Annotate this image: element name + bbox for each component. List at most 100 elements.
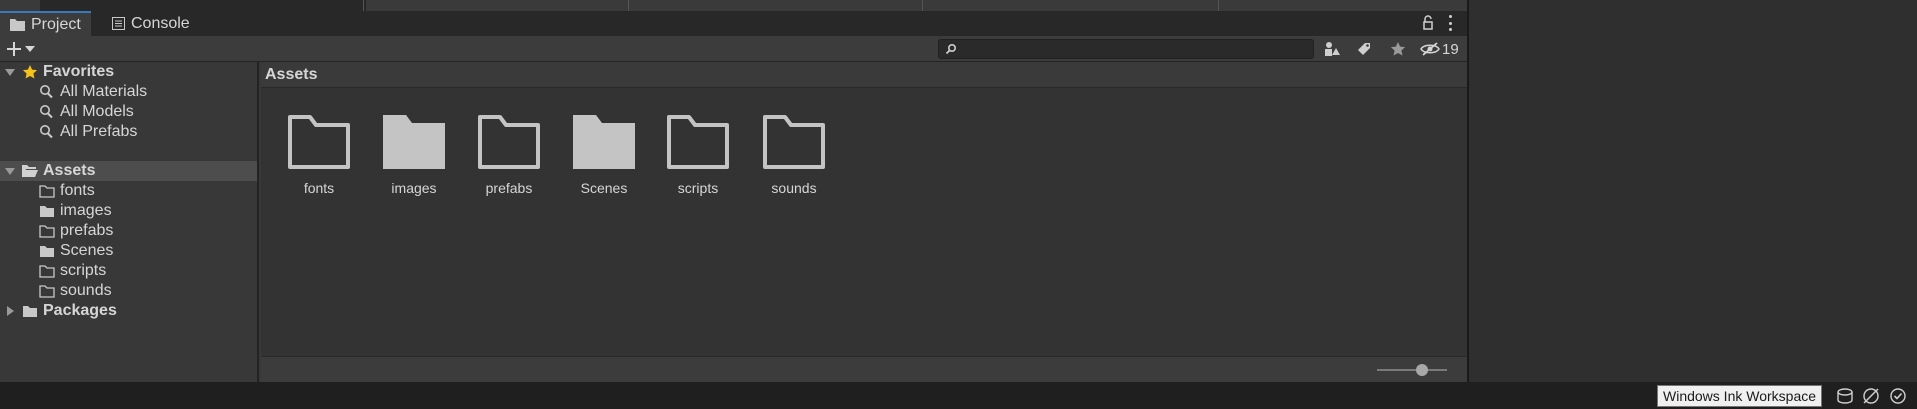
more-options-icon[interactable] (1447, 15, 1453, 31)
folder-icon (383, 115, 445, 169)
plus-icon (7, 42, 21, 56)
project-tree-sidebar: Favorites All Materials All Models All P… (0, 62, 259, 382)
folder-icon (573, 115, 635, 169)
lock-icon[interactable] (1421, 15, 1435, 31)
divider (363, 0, 364, 11)
tree-label: Packages (43, 302, 117, 319)
asset-label: Scenes (580, 180, 628, 196)
search-icon (40, 85, 53, 99)
divider (628, 0, 629, 11)
star-icon (1390, 42, 1406, 56)
tree-item-packages[interactable]: Packages (0, 301, 257, 321)
hidden-packages-toggle[interactable]: 19 (1420, 38, 1459, 60)
tree-label: scripts (60, 262, 107, 279)
asset-folder-prefabs[interactable]: prefabs (464, 114, 554, 204)
tree-label: All Models (60, 103, 134, 120)
search-icon (40, 125, 53, 139)
folder-icon (667, 115, 729, 169)
assets-content-panel: Assets fonts images prefabs Scenes scrip… (261, 62, 1467, 382)
tree-label: Scenes (60, 242, 114, 259)
expand-arrow-icon[interactable] (5, 168, 15, 175)
tree-item-images[interactable]: images (0, 201, 257, 221)
tree-label: fonts (60, 182, 95, 199)
folder-icon (39, 185, 55, 198)
tree-item-all-models[interactable]: All Models (0, 102, 257, 122)
windows-ink-workspace-tooltip: Windows Ink Workspace (1657, 385, 1823, 407)
breadcrumb: Assets (261, 62, 1467, 88)
hidden-count-label: 19 (1442, 40, 1459, 58)
folder-icon (763, 115, 825, 169)
chevron-down-icon (25, 46, 35, 52)
asset-label: scripts (677, 180, 719, 196)
tree-label: All Materials (60, 83, 148, 100)
tab-label: Project (31, 15, 81, 33)
top-strip-segment (366, 0, 1467, 11)
search-icon (945, 43, 957, 55)
search-input[interactable] (938, 39, 1314, 59)
folder-icon (478, 115, 540, 169)
divider (922, 0, 923, 11)
folder-icon (40, 206, 54, 217)
asset-label: prefabs (485, 180, 533, 196)
breadcrumb-assets[interactable]: Assets (265, 66, 317, 84)
favorites-filter-button[interactable] (1384, 38, 1412, 60)
tab-bar: Project Console (0, 11, 1467, 36)
drive-sync-icon[interactable] (1835, 386, 1855, 406)
tree-label: All Prefabs (60, 123, 138, 140)
folder-icon (39, 225, 55, 238)
create-button[interactable] (6, 38, 42, 60)
top-panel-strip (0, 0, 1467, 11)
asset-label: images (391, 180, 437, 196)
console-icon (112, 17, 125, 30)
tab-project[interactable]: Project (0, 11, 91, 36)
tree-item-sounds[interactable]: sounds (0, 281, 257, 301)
project-toolbar: 19 (0, 36, 1467, 62)
search-icon (40, 105, 53, 119)
eye-hidden-icon (1420, 42, 1440, 56)
expand-arrow-icon[interactable] (5, 69, 15, 76)
asset-folder-scripts[interactable]: scripts (653, 114, 743, 204)
tree-label: Favorites (43, 63, 115, 80)
icon-size-slider-track[interactable] (1377, 369, 1447, 371)
network-disconnected-icon[interactable] (1861, 386, 1881, 406)
tree-label: Assets (43, 162, 96, 179)
search-by-type-button[interactable] (1318, 38, 1346, 60)
tree-item-favorites[interactable]: Favorites (0, 62, 257, 82)
folder-icon (39, 285, 55, 298)
tree-item-all-prefabs[interactable]: All Prefabs (0, 122, 257, 142)
folder-icon (40, 246, 54, 257)
tree-label: prefabs (60, 222, 114, 239)
tree-label: images (60, 202, 112, 219)
asset-folder-fonts[interactable]: fonts (274, 114, 364, 204)
top-strip-segment (0, 0, 40, 11)
tree-item-assets[interactable]: Assets (0, 161, 257, 181)
folder-icon (288, 115, 350, 169)
empty-panel-area (1467, 0, 1917, 382)
type-filter-icon (1325, 42, 1340, 56)
asset-label: sounds (771, 180, 817, 196)
tag-icon (1358, 43, 1370, 55)
system-taskbar: Windows Ink Workspace (0, 382, 1917, 409)
asset-folder-images[interactable]: images (369, 114, 459, 204)
tree-item-scripts[interactable]: scripts (0, 261, 257, 281)
content-footer (261, 356, 1467, 382)
divider (1218, 0, 1219, 11)
tree-item-fonts[interactable]: fonts (0, 181, 257, 201)
tree-item-all-materials[interactable]: All Materials (0, 82, 257, 102)
folder-icon (39, 265, 55, 278)
folder-icon (10, 19, 25, 31)
tab-label: Console (131, 14, 190, 32)
folder-open-icon (22, 165, 38, 177)
asset-folder-sounds[interactable]: sounds (749, 114, 839, 204)
tree-label: sounds (60, 282, 112, 299)
star-icon (22, 65, 38, 79)
icon-size-slider-thumb[interactable] (1416, 364, 1428, 376)
search-by-label-button[interactable] (1350, 38, 1378, 60)
check-circle-icon[interactable] (1888, 386, 1908, 406)
tree-item-scenes[interactable]: Scenes (0, 241, 257, 261)
tab-console[interactable]: Console (102, 11, 200, 36)
tooltip-text: Windows Ink Workspace (1663, 388, 1817, 404)
expand-arrow-icon[interactable] (7, 306, 14, 316)
asset-folder-scenes[interactable]: Scenes (559, 114, 649, 204)
tree-item-prefabs[interactable]: prefabs (0, 221, 257, 241)
